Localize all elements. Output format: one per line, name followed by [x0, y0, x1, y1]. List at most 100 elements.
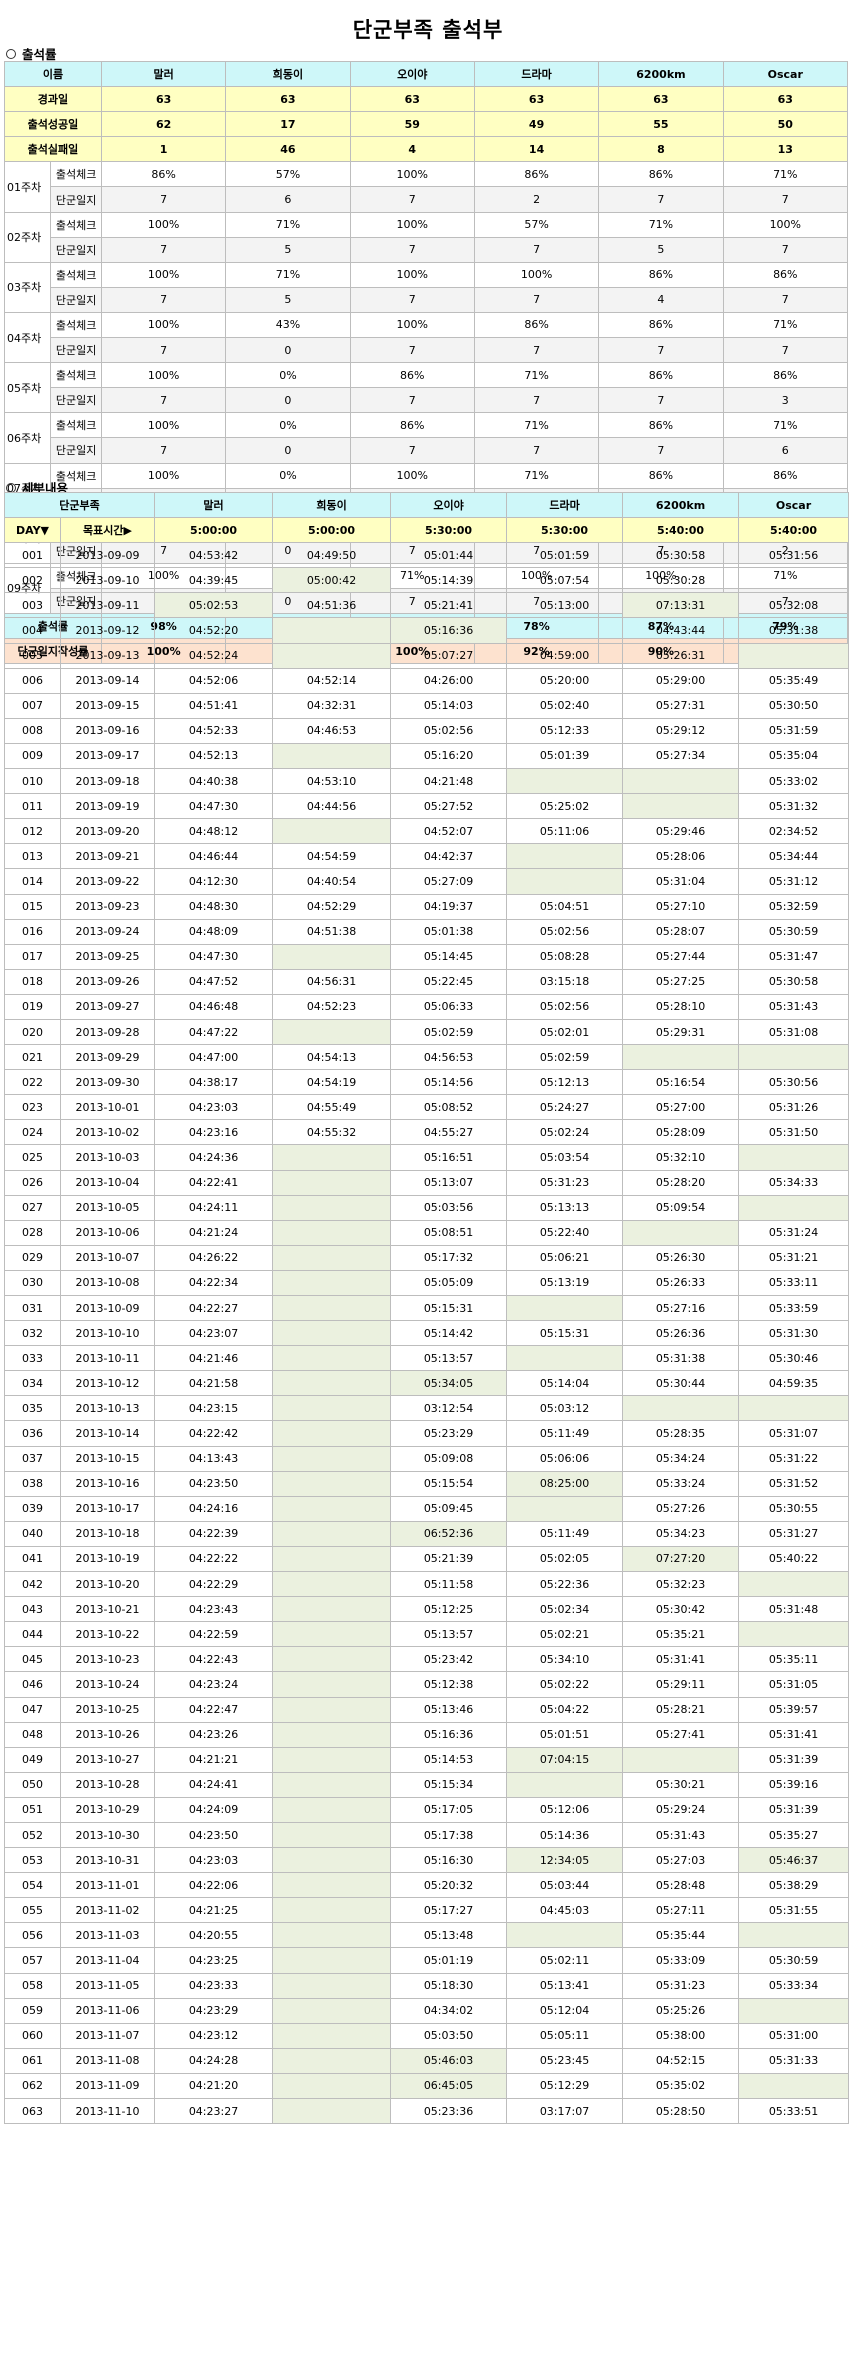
diary-count: 7: [722, 236, 849, 263]
wake-time: 04:43:44: [622, 617, 740, 644]
diary-count: 7: [598, 186, 724, 213]
day-number: 015: [4, 893, 61, 920]
wake-time: 05:33:51: [738, 2097, 850, 2125]
check-percent: 86%: [598, 161, 724, 188]
wake-time: [272, 1746, 392, 1773]
wake-time: 05:35:21: [622, 1621, 740, 1648]
wake-time: 04:53:42: [154, 542, 274, 569]
wake-time: 05:14:36: [506, 1821, 624, 1849]
day-number: 061: [4, 2047, 61, 2074]
day-row: 002 2013-09-10 04:39:45 05:00:42 05:14:39 05:…: [4, 567, 850, 594]
wake-time: [272, 2097, 392, 2125]
stat-value: 63: [722, 86, 849, 113]
day-row: 026 2013-10-04 04:22:41 05:13:07 05:31:23 05:…: [4, 1169, 850, 1196]
wake-time: [272, 1947, 392, 1974]
day-sort-header[interactable]: DAY▼: [4, 517, 61, 544]
day-row: 016 2013-09-24 04:48:09 04:51:38 05:01:38 05:…: [4, 918, 850, 945]
date-cell: 2013-09-13: [59, 642, 156, 669]
wake-time: [738, 1997, 850, 2024]
check-percent: 100%: [100, 311, 227, 339]
wake-time: 04:26:00: [390, 667, 508, 694]
wake-time: 05:03:56: [390, 1194, 508, 1221]
wake-time: 04:47:22: [154, 1018, 274, 1046]
diary-count: 7: [598, 337, 724, 364]
wake-time: 05:02:21: [506, 1621, 624, 1648]
week-check-row: 01주차 출석체크 86% 57% 100% 86% 86% 71%: [3, 161, 849, 213]
wake-time: 05:27:25: [622, 968, 740, 995]
wake-time: 05:34:05: [390, 1370, 508, 1397]
wake-time: 05:16:20: [390, 742, 508, 770]
stat-value: 59: [349, 111, 475, 138]
wake-time: 04:23:25: [154, 1947, 274, 1974]
wake-time: 05:14:45: [390, 943, 508, 970]
wake-time: 05:35:02: [622, 2072, 740, 2100]
wake-time: 05:23:45: [506, 2047, 624, 2074]
wake-time: [272, 2047, 392, 2074]
day-number: 044: [4, 1621, 61, 1648]
wake-time: 05:12:13: [506, 1069, 624, 1096]
wake-time: 05:02:56: [390, 717, 508, 744]
wake-time: 04:45:03: [506, 1897, 624, 1924]
wake-time: 05:31:04: [622, 868, 740, 895]
day-row: 009 2013-09-17 04:52:13 05:16:20 05:01:39 05:…: [4, 742, 850, 770]
check-percent: 86%: [598, 412, 724, 439]
wake-time: 05:12:38: [390, 1671, 508, 1698]
wake-time: 04:53:10: [272, 768, 392, 795]
date-cell: 2013-09-28: [59, 1018, 156, 1046]
day-number: 043: [4, 1596, 61, 1623]
wake-time: 07:04:15: [506, 1746, 624, 1773]
wake-time: 05:13:00: [506, 592, 624, 619]
diary-count: 0: [225, 387, 351, 414]
wake-time: [272, 1972, 392, 1999]
day-number: 007: [4, 692, 61, 719]
wake-time: 04:34:02: [390, 1997, 508, 2024]
wake-time: [272, 742, 392, 770]
wake-time: 05:09:45: [390, 1495, 508, 1522]
wake-time: 05:34:23: [622, 1520, 740, 1547]
wake-time: 05:31:38: [738, 617, 850, 644]
check-percent: 86%: [100, 161, 227, 188]
day-number: 042: [4, 1571, 61, 1598]
wake-time: 04:51:38: [272, 918, 392, 945]
wake-time: [272, 1696, 392, 1723]
target-time: 5:30:00: [390, 517, 508, 544]
wake-time: 05:21:41: [390, 592, 508, 619]
day-row: 028 2013-10-06 04:21:24 05:08:51 05:22:40 05:…: [4, 1219, 850, 1246]
date-cell: 2013-09-09: [59, 542, 156, 569]
wake-time: [272, 1370, 392, 1397]
wake-time: [272, 2072, 392, 2100]
wake-time: 05:25:02: [506, 793, 624, 820]
date-cell: 2013-11-07: [59, 2022, 156, 2049]
check-percent: 86%: [722, 261, 849, 288]
week-label: 05주차: [3, 362, 52, 414]
day-number: 023: [4, 1094, 61, 1121]
wake-time: 04:23:33: [154, 1972, 274, 1999]
wake-time: 04:23:29: [154, 1997, 274, 2024]
wake-time: 05:25:26: [622, 1997, 740, 2024]
check-percent: 71%: [598, 211, 724, 238]
wake-time: [506, 1345, 624, 1372]
check-percent: 71%: [722, 161, 849, 188]
wake-time: 04:23:27: [154, 2097, 274, 2125]
check-percent: 100%: [349, 161, 475, 188]
wake-time: 05:31:56: [738, 542, 850, 569]
wake-time: 04:22:59: [154, 1621, 274, 1648]
week-check-row: 05주차 출석체크 100% 0% 86% 71% 86% 86%: [3, 362, 849, 414]
wake-time: 05:13:46: [390, 1696, 508, 1723]
wake-time: [622, 1044, 740, 1071]
wake-time: 05:31:33: [738, 2047, 850, 2074]
day-number: 063: [4, 2097, 61, 2125]
wake-time: 04:19:37: [390, 893, 508, 920]
wake-time: 04:40:38: [154, 768, 274, 795]
wake-time: 05:27:11: [622, 1897, 740, 1924]
date-cell: 2013-10-17: [59, 1495, 156, 1522]
wake-time: [272, 642, 392, 669]
day-number: 033: [4, 1345, 61, 1372]
wake-time: 04:22:42: [154, 1420, 274, 1447]
wake-time: [272, 1621, 392, 1648]
wake-time: 05:28:50: [622, 2097, 740, 2125]
wake-time: 04:21:46: [154, 1345, 274, 1372]
check-percent: 100%: [349, 311, 475, 339]
day-number: 019: [4, 993, 61, 1020]
wake-time: 05:08:51: [390, 1219, 508, 1246]
